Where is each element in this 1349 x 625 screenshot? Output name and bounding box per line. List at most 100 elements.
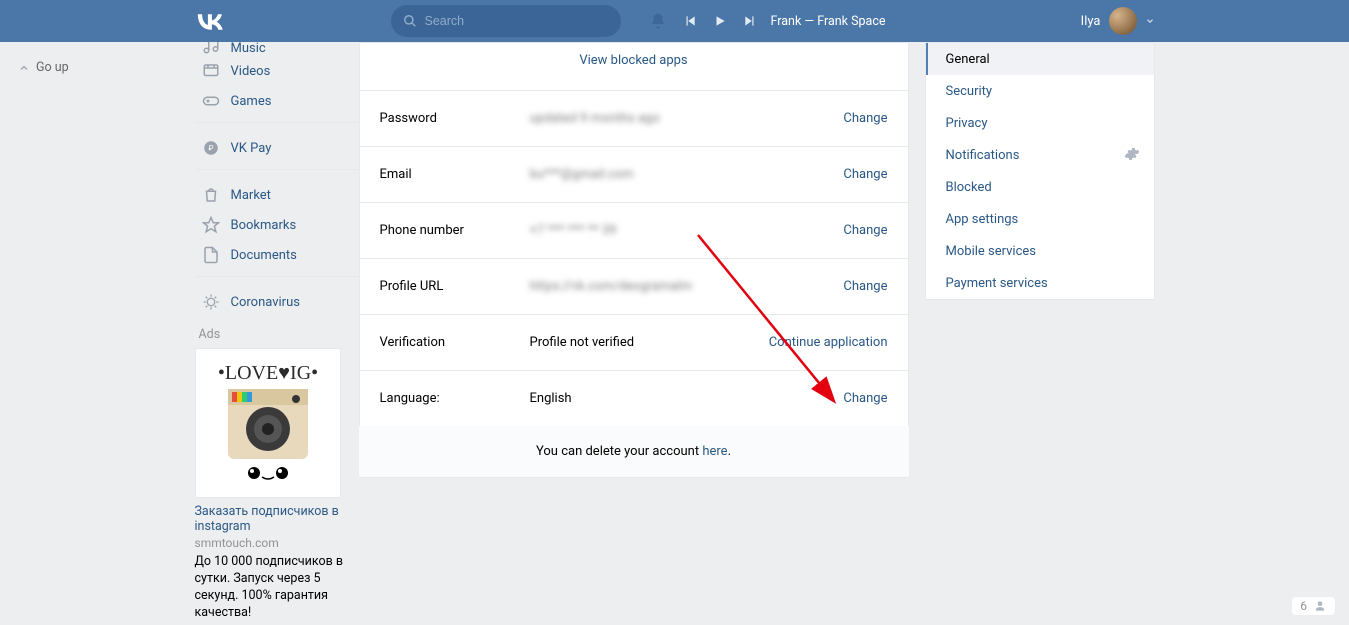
tab-label: App settings <box>946 212 1019 227</box>
sidebar-item-vkpay[interactable]: ₽ VK Pay <box>195 133 359 163</box>
nav-separator <box>195 122 359 123</box>
search-input[interactable] <box>425 14 585 28</box>
music-icon <box>201 42 221 56</box>
sidebar: Music Videos Games ₽ VK Pay Market <box>195 42 359 622</box>
change-url-link[interactable]: Change <box>843 279 887 294</box>
nav-separator <box>195 169 359 170</box>
ad-block[interactable]: •LOVE♥IG• <box>195 348 359 622</box>
tab-security[interactable]: Security <box>926 75 1154 107</box>
sidebar-item-label: Music <box>231 42 266 56</box>
coronavirus-icon <box>201 292 221 312</box>
setting-row-phone: Phone number +7 *** *** ** 39 Change <box>360 203 908 259</box>
market-icon <box>201 185 221 205</box>
change-language-link[interactable]: Change <box>843 391 887 406</box>
sidebar-item-videos[interactable]: Videos <box>195 56 359 86</box>
svg-text:₽: ₽ <box>208 143 213 152</box>
settings-panel: View blocked apps Password updated 9 mon… <box>359 42 909 622</box>
delete-text: You can delete your account <box>536 444 702 459</box>
tab-label: Payment services <box>946 276 1048 291</box>
setting-value: bu***@gmail.com <box>530 167 844 182</box>
search-icon <box>403 14 417 28</box>
tab-mobile-services[interactable]: Mobile services <box>926 235 1154 267</box>
setting-row-password: Password updated 9 months ago Change <box>360 91 908 147</box>
tab-general[interactable]: General <box>926 43 1154 75</box>
tab-label: Security <box>946 84 993 99</box>
setting-row-language: Language: English Change <box>360 371 908 426</box>
ad-domain: smmtouch.com <box>195 536 359 550</box>
tab-privacy[interactable]: Privacy <box>926 107 1154 139</box>
user-name: Ilya <box>1081 14 1101 29</box>
sidebar-item-games[interactable]: Games <box>195 86 359 116</box>
gear-icon[interactable] <box>1124 146 1140 162</box>
change-email-link[interactable]: Change <box>843 167 887 182</box>
bookmarks-icon <box>201 215 221 235</box>
tab-app-settings[interactable]: App settings <box>926 203 1154 235</box>
setting-label: Phone number <box>380 223 530 238</box>
go-up-button[interactable]: Go up <box>18 60 69 75</box>
setting-row-url: Profile URL https://vk.com/deogramalm Ch… <box>360 259 908 315</box>
tab-label: Privacy <box>946 116 988 131</box>
tab-label: Mobile services <box>946 244 1037 259</box>
online-counter[interactable]: 6 <box>1292 597 1335 615</box>
svg-text:•LOVE♥IG•: •LOVE♥IG• <box>217 362 317 384</box>
chevron-down-icon <box>1145 16 1155 26</box>
setting-row-verification: Verification Profile not verified Contin… <box>360 315 908 371</box>
settings-tabs: General Security Privacy Notifications B… <box>925 42 1155 622</box>
tab-label: Blocked <box>946 180 992 195</box>
tab-label: General <box>946 52 990 67</box>
avatar <box>1109 7 1137 35</box>
vkpay-icon: ₽ <box>201 138 221 158</box>
user-menu[interactable]: Ilya <box>1081 7 1155 35</box>
setting-label: Email <box>380 167 530 182</box>
ad-title[interactable]: Заказать подписчиков в instagram <box>195 504 359 534</box>
ads-label: Ads <box>199 327 359 342</box>
tab-payment-services[interactable]: Payment services <box>926 267 1154 299</box>
sidebar-item-music[interactable]: Music <box>195 42 359 56</box>
videos-icon <box>201 61 221 81</box>
go-up-label: Go up <box>36 60 69 75</box>
documents-icon <box>201 245 221 265</box>
sidebar-item-label: Games <box>231 94 272 109</box>
play-icon[interactable] <box>713 14 727 28</box>
delete-account-link[interactable]: here <box>702 444 727 459</box>
sidebar-item-bookmarks[interactable]: Bookmarks <box>195 210 359 240</box>
setting-label: Language: <box>380 391 530 406</box>
sidebar-item-label: Documents <box>231 248 297 263</box>
setting-value: +7 *** *** ** 39 <box>530 223 844 238</box>
nav-separator <box>195 276 359 277</box>
sidebar-item-label: Videos <box>231 64 271 79</box>
sidebar-item-market[interactable]: Market <box>195 180 359 210</box>
tab-notifications[interactable]: Notifications <box>926 139 1154 171</box>
setting-label: Verification <box>380 335 530 350</box>
prev-track-icon[interactable] <box>683 14 697 28</box>
next-track-icon[interactable] <box>743 14 757 28</box>
notifications-icon[interactable] <box>649 12 667 30</box>
sidebar-item-label: Bookmarks <box>231 218 297 233</box>
tab-blocked[interactable]: Blocked <box>926 171 1154 203</box>
online-count: 6 <box>1300 599 1307 613</box>
chevron-up-icon <box>18 62 30 74</box>
tab-label: Notifications <box>946 148 1020 163</box>
ad-image: •LOVE♥IG• <box>195 348 341 498</box>
sidebar-item-label: Market <box>231 188 271 203</box>
change-password-link[interactable]: Change <box>843 111 887 126</box>
search-box[interactable] <box>391 5 621 37</box>
now-playing[interactable]: Frank — Frank Space <box>771 14 886 29</box>
setting-label: Password <box>380 111 530 126</box>
delete-account-row: You can delete your account here. <box>359 426 909 478</box>
vk-logo[interactable] <box>195 6 225 36</box>
continue-application-link[interactable]: Continue application <box>769 335 888 350</box>
sidebar-item-label: VK Pay <box>231 141 272 156</box>
sidebar-item-coronavirus[interactable]: Coronavirus <box>195 287 359 317</box>
view-blocked-apps-link[interactable]: View blocked apps <box>579 53 687 68</box>
setting-value: Profile not verified <box>530 335 769 350</box>
header: Frank — Frank Space Ilya <box>0 0 1349 42</box>
games-icon <box>201 91 221 111</box>
setting-row-email: Email bu***@gmail.com Change <box>360 147 908 203</box>
sidebar-item-documents[interactable]: Documents <box>195 240 359 270</box>
sidebar-item-label: Coronavirus <box>231 295 300 310</box>
ad-text: До 10 000 подписчиков в сутки. Запуск че… <box>195 554 359 622</box>
setting-label: Profile URL <box>380 279 530 294</box>
user-icon <box>1313 599 1327 613</box>
change-phone-link[interactable]: Change <box>843 223 887 238</box>
